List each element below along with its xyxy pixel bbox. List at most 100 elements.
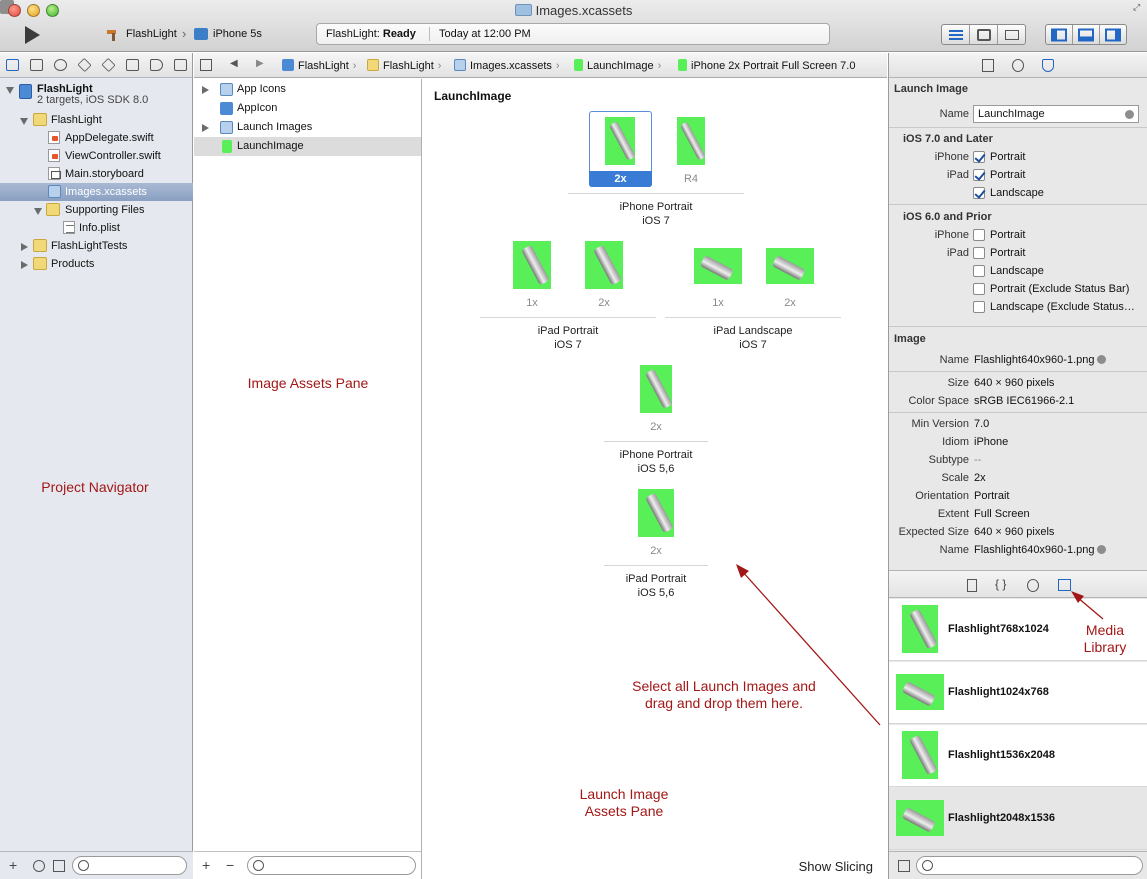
launch-image-well[interactable] <box>766 248 814 284</box>
scm-status-icon[interactable] <box>53 860 65 872</box>
version-editor-button[interactable] <box>998 25 1025 44</box>
ios6-iphone-portrait-checkbox[interactable] <box>973 229 985 241</box>
grid-view-icon[interactable] <box>898 860 910 872</box>
standard-editor-button[interactable] <box>942 25 970 44</box>
toggle-utilities-button[interactable] <box>1100 25 1126 44</box>
ipad-landscape-checkbox[interactable] <box>973 187 985 199</box>
launch-image-well[interactable] <box>677 117 705 165</box>
media-library-item-selected[interactable]: Flashlight2048x1536 <box>889 788 1147 850</box>
media-library-icon[interactable] <box>1058 579 1071 591</box>
go-arrow-icon[interactable] <box>1097 545 1107 554</box>
add-set-button[interactable]: + <box>202 857 210 873</box>
remove-set-button[interactable]: − <box>226 857 234 873</box>
toggle-debug-area-button[interactable] <box>1073 25 1100 44</box>
library-filter-input[interactable] <box>916 856 1143 875</box>
recent-files-icon[interactable] <box>33 860 45 872</box>
breadcrumb-slot[interactable]: iPhone 2x Portrait Full Screen 7.0 <box>678 59 855 72</box>
run-button[interactable] <box>20 24 42 46</box>
tree-item-file-selected[interactable]: Images.xcassets <box>0 183 193 201</box>
launch-image-well[interactable] <box>513 241 551 289</box>
slot-scale-label: 1x <box>526 297 538 309</box>
assistant-editor-button[interactable] <box>970 25 998 44</box>
iphone-portrait-checkbox[interactable] <box>973 151 985 163</box>
toggle-navigator-button[interactable] <box>1046 25 1073 44</box>
tree-item-group[interactable]: FlashLightTests <box>0 237 193 255</box>
issue-navigator-tab-icon[interactable] <box>77 57 92 73</box>
media-library-item[interactable]: Flashlight1536x2048 <box>889 725 1147 787</box>
media-item-name: Flashlight768x1024 <box>948 623 1049 635</box>
slot-scale-label: R4 <box>683 173 699 185</box>
project-navigator-tab-icon[interactable] <box>6 59 19 71</box>
version-editor-icon <box>1004 29 1019 40</box>
test-navigator-tab-icon[interactable] <box>101 57 116 73</box>
tree-item-label: AppDelegate.swift <box>65 132 154 144</box>
color-space-value: sRGB IEC61966-2.1 <box>974 395 1075 407</box>
device-selector[interactable]: iPhone 5s <box>213 28 262 40</box>
filter-icon <box>922 860 933 871</box>
tree-item-group[interactable]: FlashLight <box>0 111 193 129</box>
code-snippet-library-icon[interactable]: { } <box>995 577 1006 591</box>
annotation-media-library: Media Library <box>1074 622 1136 656</box>
tree-item-group[interactable]: Products <box>0 255 193 273</box>
group-label: iPad Portrait iOS 7 <box>480 324 656 352</box>
find-navigator-tab-icon[interactable] <box>54 59 67 71</box>
set-item-appicon[interactable]: AppIcon <box>194 99 421 118</box>
fullscreen-icon[interactable]: ⤢ <box>1133 2 1143 12</box>
back-arrow-icon[interactable]: ◀ <box>230 58 238 69</box>
launch-image-icon <box>222 140 232 153</box>
breadcrumb-project[interactable]: FlashLight › <box>282 59 356 72</box>
debug-navigator-tab-icon[interactable] <box>126 59 139 71</box>
ipad-portrait-checkbox[interactable] <box>973 169 985 181</box>
scheme-selector[interactable]: FlashLight <box>126 28 177 40</box>
symbol-navigator-tab-icon[interactable] <box>30 59 43 71</box>
go-arrow-icon[interactable] <box>1125 110 1134 119</box>
disclosure-open-icon[interactable] <box>34 208 42 215</box>
launch-image-well[interactable] <box>640 365 672 413</box>
quick-help-tab-icon[interactable] <box>1012 59 1024 72</box>
checkbox-label: Portrait (Exclude Status Bar) <box>990 283 1130 295</box>
launch-image-well[interactable] <box>585 241 623 289</box>
tree-item-file[interactable]: ViewController.swift <box>0 147 193 165</box>
disclosure-closed-icon[interactable] <box>21 243 28 251</box>
forward-arrow-icon[interactable]: ▶ <box>256 58 264 69</box>
breakpoint-navigator-tab-icon[interactable] <box>150 59 163 71</box>
navigator-filter-input[interactable] <box>72 856 187 875</box>
file-template-library-icon[interactable] <box>967 579 977 592</box>
media-library-item[interactable]: Flashlight1024x768 <box>889 662 1147 724</box>
tree-item-file[interactable]: AppDelegate.swift <box>0 129 193 147</box>
launch-image-name-field[interactable]: LaunchImage <box>973 105 1139 123</box>
show-slicing-button[interactable]: Show Slicing <box>799 859 873 874</box>
object-library-icon[interactable] <box>1027 579 1039 592</box>
ios6-portrait-exclude-status-checkbox[interactable] <box>973 283 985 295</box>
breadcrumb-launch-image[interactable]: LaunchImage › <box>574 59 661 72</box>
tree-item-group[interactable]: Supporting Files <box>0 201 193 219</box>
disclosure-closed-icon[interactable] <box>21 261 28 269</box>
disclosure-open-icon[interactable] <box>20 118 28 125</box>
launch-image-detail-pane: LaunchImage 2x R4 iPhone Portrait iOS 7 1… <box>423 79 887 879</box>
set-item-launchimage-selected[interactable]: LaunchImage <box>194 137 421 156</box>
file-inspector-tab-icon[interactable] <box>982 59 994 72</box>
set-item-folder[interactable]: App Icons <box>194 80 421 99</box>
related-items-icon[interactable] <box>200 59 212 71</box>
group-label: iPhone Portrait iOS 5,6 <box>589 448 723 476</box>
disclosure-closed-icon[interactable] <box>202 124 209 132</box>
disclosure-closed-icon[interactable] <box>202 86 209 94</box>
launch-image-well[interactable] <box>638 489 674 537</box>
breadcrumb-group[interactable]: FlashLight › <box>367 59 441 72</box>
project-subtitle: 2 targets, iOS SDK 8.0 <box>37 94 149 106</box>
tree-item-file[interactable]: Info.plist <box>0 219 193 237</box>
attributes-inspector-tab-icon[interactable] <box>1042 59 1054 72</box>
ios6-ipad-portrait-checkbox[interactable] <box>973 247 985 259</box>
tree-item-file[interactable]: Main.storyboard <box>0 165 193 183</box>
launch-image-well[interactable] <box>605 117 635 165</box>
go-arrow-icon[interactable] <box>1097 355 1107 364</box>
log-navigator-tab-icon[interactable] <box>174 59 187 71</box>
launch-image-well[interactable] <box>694 248 742 284</box>
breadcrumb-asset-catalog[interactable]: Images.xcassets › <box>454 59 560 72</box>
chevron-right-icon: › <box>352 60 357 72</box>
set-item-folder[interactable]: Launch Images <box>194 118 421 137</box>
ios6-landscape-exclude-status-checkbox[interactable] <box>973 301 985 313</box>
sets-filter-input[interactable] <box>247 856 416 875</box>
ios6-ipad-landscape-checkbox[interactable] <box>973 265 985 277</box>
add-file-button[interactable]: + <box>9 857 17 873</box>
